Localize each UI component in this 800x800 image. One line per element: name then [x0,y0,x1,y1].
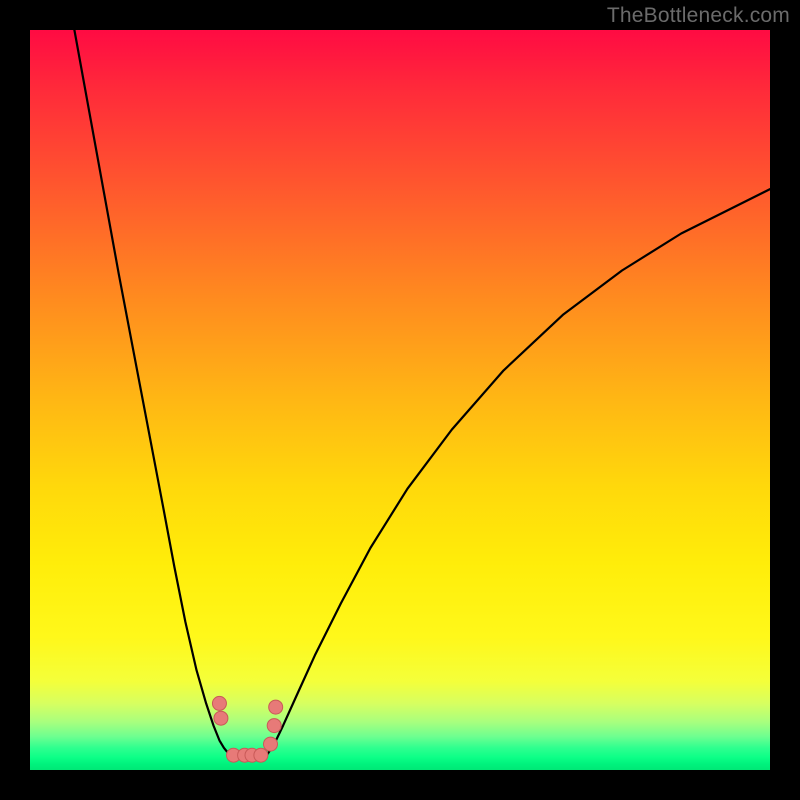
curve-group [74,30,770,755]
data-markers [212,696,282,762]
watermark-text: TheBottleneck.com [607,4,790,28]
data-marker [212,696,226,710]
data-marker [214,711,228,725]
chart-svg [30,30,770,770]
data-marker [254,748,268,762]
data-marker [264,737,278,751]
data-marker [269,700,283,714]
bottleneck-curve-path [74,30,770,755]
chart-frame: TheBottleneck.com [0,0,800,800]
plot-area [30,30,770,770]
data-marker [267,719,281,733]
